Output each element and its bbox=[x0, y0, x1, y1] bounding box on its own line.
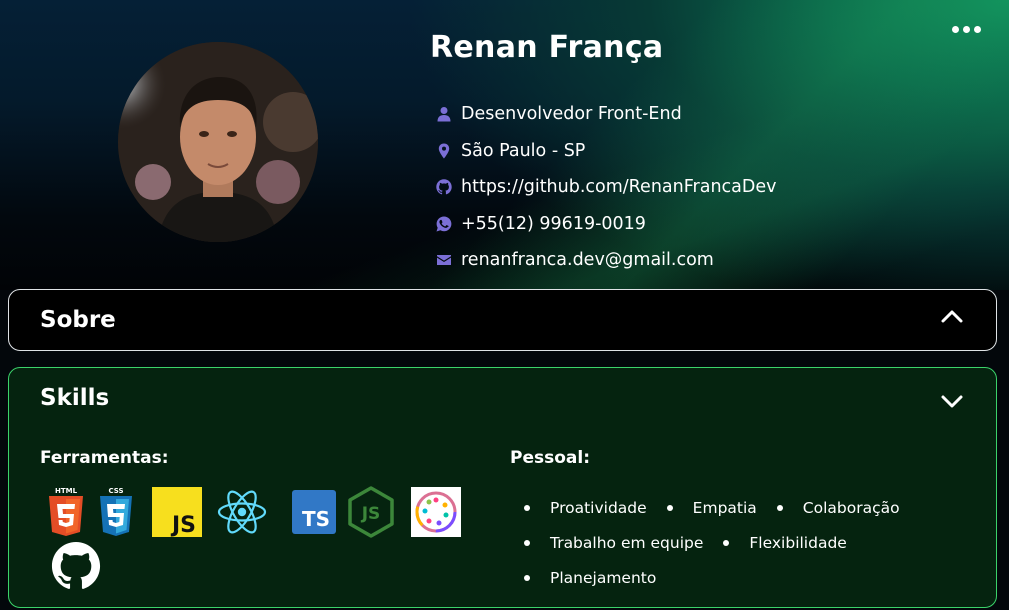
mail-icon bbox=[436, 252, 452, 268]
nodejs-label: JS bbox=[361, 504, 381, 524]
list-item: Flexibilidade bbox=[723, 525, 846, 560]
html5-label: HTML bbox=[55, 487, 78, 495]
javascript-label: JS bbox=[170, 513, 196, 537]
css3-icon: CSS bbox=[90, 486, 142, 538]
list-item: Empatia bbox=[667, 490, 757, 525]
personal-skills-list: Proatividade Empatia Colaboração Trabalh… bbox=[524, 490, 994, 595]
tools-title: Ferramentas: bbox=[40, 448, 169, 468]
profile-email[interactable]: renanfranca.dev@gmail.com bbox=[461, 250, 714, 270]
profile-github-link[interactable]: https://github.com/RenanFrancaDev bbox=[461, 177, 776, 197]
sobre-title: Sobre bbox=[40, 307, 116, 333]
skills-title: Skills bbox=[40, 385, 110, 411]
styled-components-icon bbox=[410, 486, 462, 538]
chevron-down-icon[interactable] bbox=[940, 390, 964, 414]
profile-role: Desenvolvedor Front-End bbox=[461, 104, 682, 125]
profile-info-list: Desenvolvedor Front-End São Paulo - SP h… bbox=[436, 96, 776, 279]
phone-row[interactable]: +55(12) 99619-0019 bbox=[436, 206, 776, 243]
location-row: São Paulo - SP bbox=[436, 133, 776, 170]
react-icon bbox=[216, 486, 268, 538]
sobre-accordion[interactable]: Sobre bbox=[8, 289, 997, 351]
github-icon bbox=[436, 179, 452, 195]
avatar bbox=[118, 42, 318, 242]
typescript-label: TS bbox=[302, 507, 330, 531]
list-item: Proatividade bbox=[524, 490, 647, 525]
profile-name: Renan França bbox=[430, 30, 664, 65]
profile-phone[interactable]: +55(12) 99619-0019 bbox=[461, 214, 646, 234]
javascript-icon: JS bbox=[151, 486, 203, 538]
github-row[interactable]: https://github.com/RenanFrancaDev bbox=[436, 169, 776, 206]
typescript-icon: TS bbox=[288, 486, 340, 538]
github-icon bbox=[50, 540, 102, 592]
user-icon bbox=[436, 106, 452, 122]
personal-title: Pessoal: bbox=[510, 448, 591, 468]
whatsapp-icon bbox=[436, 216, 452, 232]
list-item: Trabalho em equipe bbox=[524, 525, 703, 560]
skills-accordion[interactable]: Skills Ferramentas: Pessoal: HTML CSS JS… bbox=[8, 367, 997, 608]
map-pin-icon bbox=[436, 143, 452, 159]
list-item: Colaboração bbox=[777, 490, 900, 525]
chevron-up-icon[interactable] bbox=[940, 304, 964, 328]
email-row[interactable]: renanfranca.dev@gmail.com bbox=[436, 242, 776, 279]
nodejs-icon: JS bbox=[345, 486, 397, 538]
personal-skills: Proatividade Empatia Colaboração Trabalh… bbox=[524, 490, 994, 595]
css3-label: CSS bbox=[108, 487, 123, 495]
role-row: Desenvolvedor Front-End bbox=[436, 96, 776, 133]
list-item: Planejamento bbox=[524, 560, 974, 595]
profile-location: São Paulo - SP bbox=[461, 140, 586, 161]
more-horizontal-icon[interactable] bbox=[952, 26, 981, 33]
html5-icon: HTML bbox=[40, 486, 92, 538]
